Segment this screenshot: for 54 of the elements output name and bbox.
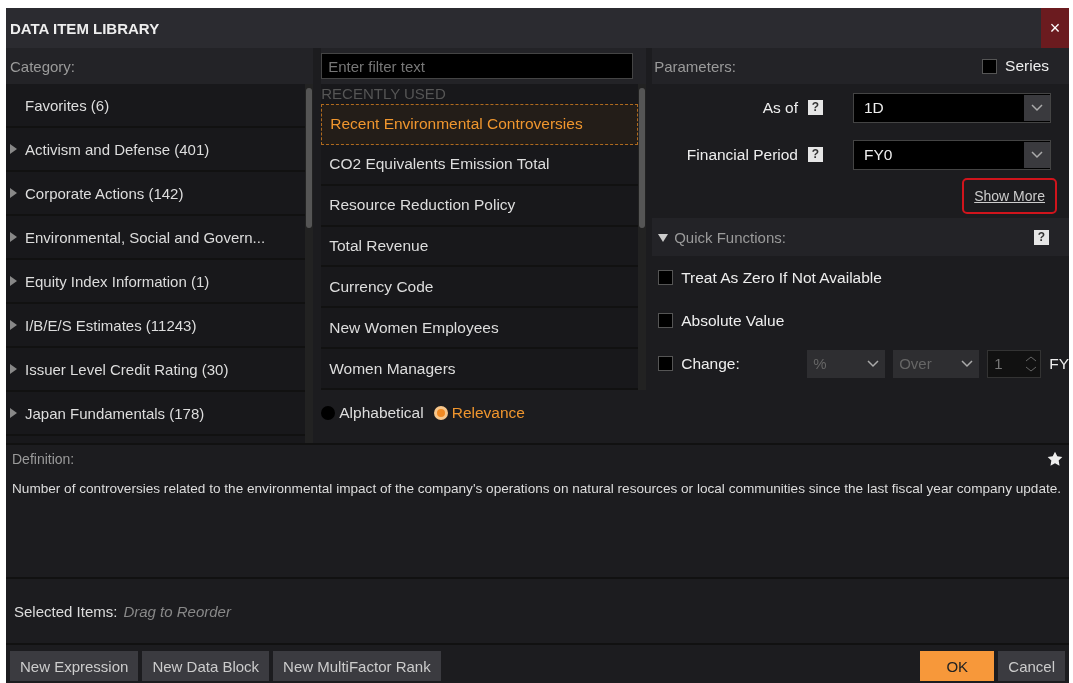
expand-arrow-icon: [10, 188, 17, 198]
option-label: Treat As Zero If Not Available: [681, 268, 882, 287]
dropdown[interactable]: 1D: [853, 92, 1051, 123]
definition-label: Definition:: [12, 451, 75, 467]
show-more-link[interactable]: Show More: [962, 178, 1057, 214]
help-icon[interactable]: ?: [808, 100, 823, 115]
action-button[interactable]: New Expression: [10, 651, 139, 681]
cancel-button[interactable]: Cancel: [998, 651, 1065, 681]
scrollbar-thumb[interactable]: [306, 88, 313, 228]
chevron-down-icon: [1031, 103, 1043, 112]
option-label: Absolute Value: [681, 311, 785, 330]
chevron-down-icon: [961, 359, 974, 368]
number-spinner[interactable]: 1: [987, 349, 1042, 378]
selected-items-label: Selected Items:: [14, 602, 118, 620]
help-icon[interactable]: ?: [1034, 229, 1049, 245]
help-icon[interactable]: ?: [808, 147, 823, 162]
radio-button[interactable]: [321, 406, 336, 420]
chevron-down-icon: [1031, 150, 1043, 159]
period-label: FY: [1049, 354, 1069, 373]
drag-hint: Drag to Reorder: [123, 602, 231, 620]
checkbox[interactable]: [658, 270, 674, 285]
action-button[interactable]: New MultiFactor Rank: [273, 651, 441, 681]
close-button[interactable]: ×: [1041, 8, 1069, 48]
expand-arrow-icon: [10, 408, 17, 418]
ok-button[interactable]: OK: [920, 651, 995, 681]
sort-label: Alphabetical: [339, 404, 424, 422]
window-title: DATA ITEM LIBRARY: [10, 19, 160, 37]
expand-arrow-icon: [10, 144, 17, 154]
checkbox[interactable]: [982, 58, 998, 74]
option-label: Change:: [681, 354, 741, 373]
chevron-down-icon: [867, 359, 880, 368]
action-button[interactable]: New Data Block: [142, 651, 270, 681]
section-heading: RECENTLY USED: [321, 84, 447, 104]
series-label: Series: [1005, 57, 1049, 75]
sort-label: Relevance: [451, 404, 525, 422]
expand-arrow-icon: [10, 320, 17, 330]
scrollbar-thumb[interactable]: [639, 88, 646, 228]
dropdown[interactable]: FY0: [853, 139, 1051, 170]
star-icon[interactable]: [1047, 451, 1063, 467]
quick-functions-label: Quick Functions:: [674, 228, 786, 246]
collapse-arrow-icon[interactable]: [658, 232, 669, 242]
expand-arrow-icon: [10, 276, 17, 286]
field-label: Financial Period: [686, 145, 798, 164]
category-label: Category:: [10, 57, 76, 75]
data-item[interactable]: Recent Environmental Controversies: [321, 104, 639, 145]
definition-text: Number of controversies related to the environmental impact of the company's operations on natural resources or local communities since the last fiscal year company update.: [12, 480, 1063, 498]
radio-button[interactable]: [433, 406, 448, 420]
expand-arrow-icon: [10, 232, 17, 242]
checkbox[interactable]: [658, 313, 674, 328]
expand-arrow-icon: [10, 364, 17, 374]
filter-field[interactable]: Enter filter text: [321, 53, 634, 79]
field-label: As of: [762, 98, 798, 117]
parameters-label: Parameters:: [654, 57, 736, 75]
checkbox[interactable]: [658, 356, 674, 371]
